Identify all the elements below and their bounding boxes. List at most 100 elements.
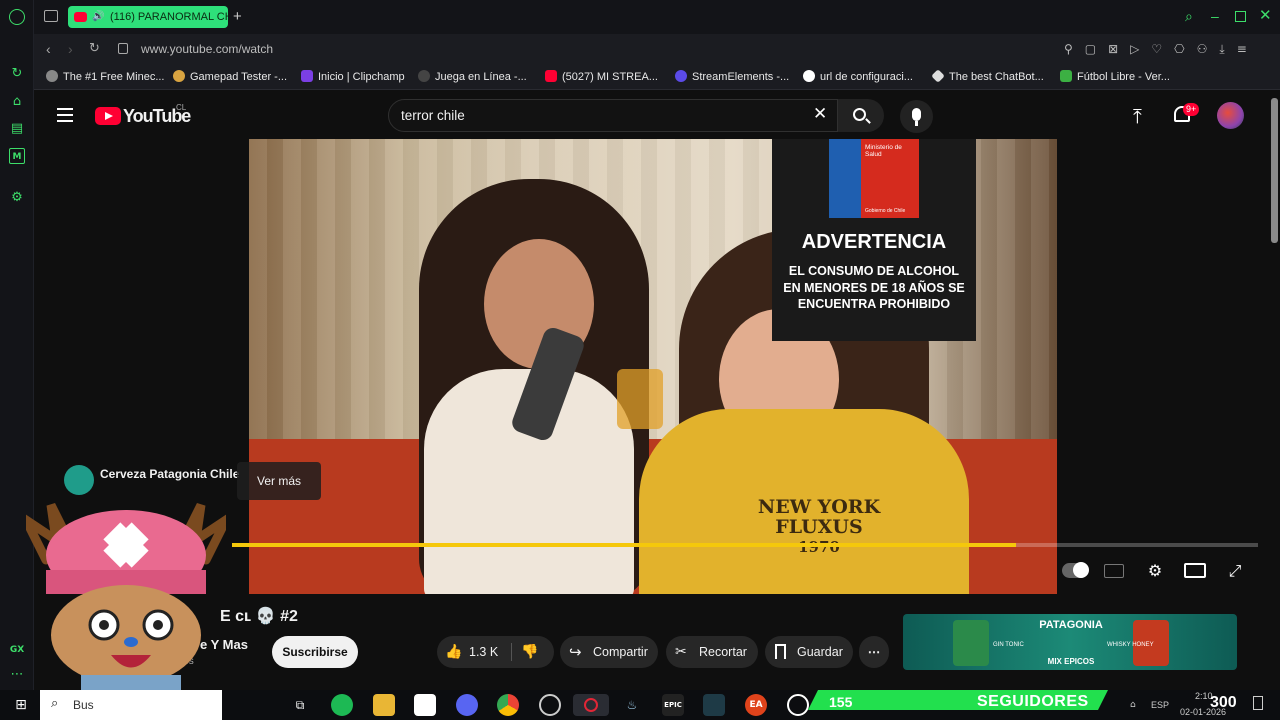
bookmark-item[interactable]: Gamepad Tester -... bbox=[173, 70, 287, 83]
epic-games-icon[interactable]: EPIC bbox=[662, 694, 684, 716]
bookmark-item[interactable]: Fútbol Libre - Ver... bbox=[1060, 70, 1170, 83]
bookmark-favicon-icon bbox=[173, 70, 185, 82]
store-icon[interactable] bbox=[414, 694, 436, 716]
url-field[interactable]: www.youtube.com/watch bbox=[141, 42, 273, 56]
reload-button[interactable]: ↻ bbox=[89, 41, 100, 56]
drink-glass bbox=[617, 369, 663, 429]
close-window-button[interactable]: ✕ bbox=[1259, 6, 1272, 24]
chopper-overlay bbox=[14, 500, 238, 695]
speaker-icon[interactable]: 🔊 bbox=[92, 6, 104, 28]
back-button[interactable]: ‹ bbox=[46, 41, 51, 57]
more-icon[interactable]: ⋯ bbox=[9, 667, 25, 683]
bookmark-item[interactable]: StreamElements -... bbox=[675, 70, 789, 83]
bookmark-favicon-icon bbox=[545, 70, 557, 82]
gx-corner-icon[interactable]: GX bbox=[9, 642, 25, 658]
youtube-logo-icon[interactable] bbox=[95, 107, 121, 125]
sidebar-ad-banner[interactable]: PATAGONIA MIX EPICOS GIN TONIC WHISKY HO… bbox=[903, 614, 1237, 670]
upload-icon[interactable]: ⤒ bbox=[1133, 104, 1142, 128]
messenger-icon[interactable]: M bbox=[9, 148, 25, 164]
advertiser-avatar[interactable] bbox=[64, 465, 94, 495]
tab-active[interactable]: 🔊 (116) PARANORMAL CH bbox=[68, 6, 228, 28]
app-icon[interactable] bbox=[787, 694, 809, 716]
captions-icon[interactable] bbox=[1104, 564, 1124, 578]
twitch-icon[interactable]: ▤ bbox=[9, 121, 25, 137]
follower-goal: 300 bbox=[1210, 694, 1237, 711]
opera-logo-icon[interactable] bbox=[9, 9, 25, 25]
avatar[interactable] bbox=[1217, 102, 1244, 129]
voice-search-button[interactable] bbox=[900, 100, 933, 133]
language-indicator[interactable]: ESP bbox=[1151, 700, 1169, 710]
search-button[interactable] bbox=[838, 99, 884, 132]
spotify-icon[interactable] bbox=[331, 694, 353, 716]
like-dislike-group: 👍 1.3 K 👎 bbox=[437, 636, 554, 668]
settings-icon[interactable]: ⚙ bbox=[9, 190, 25, 206]
bookmark-item[interactable]: url de configuraci... bbox=[803, 70, 913, 83]
bookmark-favicon-icon bbox=[675, 70, 687, 82]
chrome-icon[interactable] bbox=[497, 694, 519, 716]
ad-cta-button[interactable]: Ver más bbox=[237, 462, 321, 500]
ministry-logo: Ministerio de Salud Gobierno de Chile bbox=[829, 139, 919, 218]
tab-manager-icon[interactable] bbox=[44, 10, 58, 22]
network-icon[interactable]: ⌂ bbox=[1130, 700, 1136, 710]
bookmark-favicon-icon bbox=[301, 70, 313, 82]
bookmark-item[interactable]: The best ChatBot... bbox=[931, 69, 1044, 83]
steam-icon[interactable]: ♨ bbox=[621, 694, 643, 716]
subscribe-button[interactable]: Suscribirse bbox=[272, 636, 358, 668]
settings-gear-icon[interactable]: ⚙ bbox=[1144, 561, 1166, 581]
ea-icon[interactable]: EA bbox=[745, 694, 767, 716]
yellow-shirt: NEW YORK FLUXUS 1970 bbox=[639, 409, 969, 594]
new-tab-button[interactable]: + bbox=[233, 8, 242, 25]
ad-progress-bar[interactable] bbox=[232, 543, 1016, 547]
advertiser-name[interactable]: Cerveza Patagonia Chile bbox=[100, 467, 239, 481]
bookmark-item[interactable]: The #1 Free Minec... bbox=[46, 70, 165, 83]
bookmark-item[interactable]: Juega en Línea -... bbox=[418, 70, 527, 83]
autoplay-toggle[interactable] bbox=[1062, 562, 1089, 578]
bookmark-favicon-icon bbox=[46, 70, 58, 82]
bookmark-item[interactable]: Inicio | Clipchamp bbox=[301, 70, 405, 83]
lock-icon bbox=[118, 43, 128, 54]
more-actions-button[interactable]: ⋯ bbox=[859, 636, 889, 668]
windows-start-icon[interactable]: ⊞ bbox=[10, 694, 32, 716]
restore-button[interactable] bbox=[1235, 11, 1246, 22]
like-icon[interactable]: 👍 bbox=[445, 636, 462, 668]
region-code: CL bbox=[176, 103, 187, 112]
clear-search-icon[interactable]: ✕ bbox=[813, 104, 827, 124]
minimize-button[interactable]: – bbox=[1211, 8, 1219, 24]
task-view-icon[interactable]: ⧉ bbox=[289, 694, 311, 716]
follower-count: 155 bbox=[829, 694, 853, 710]
share-button[interactable]: ↪ Compartir bbox=[560, 636, 658, 668]
gx-control-icon[interactable]: ⌂ bbox=[9, 94, 25, 110]
warning-text: EL CONSUMO DE ALCOHOL EN MENORES DE 18 A… bbox=[783, 264, 965, 311]
menu-icon[interactable] bbox=[57, 108, 73, 122]
scrollbar[interactable] bbox=[1271, 98, 1278, 243]
obs-icon[interactable] bbox=[539, 694, 561, 716]
bookmark-item[interactable]: (5027) MI STREA... bbox=[545, 70, 658, 83]
notification-center-icon[interactable] bbox=[1253, 696, 1263, 710]
clip-button[interactable]: ✂ Recortar bbox=[666, 636, 758, 668]
theater-mode-icon[interactable] bbox=[1184, 563, 1206, 578]
discord-icon[interactable] bbox=[456, 694, 478, 716]
health-warning: Ministerio de Salud Gobierno de Chile ADV… bbox=[772, 139, 976, 341]
search-query: terror chile bbox=[401, 108, 465, 123]
search-icon[interactable]: ⌕ bbox=[1185, 9, 1193, 25]
address-bar-actions[interactable]: ⚲▢⊠▷♡⎔⚇⤓≡ bbox=[1064, 42, 1264, 56]
bookmark-favicon-icon bbox=[931, 69, 945, 83]
refresh-icon[interactable]: ↻ bbox=[9, 66, 25, 82]
save-button[interactable]: Guardar bbox=[765, 636, 853, 668]
dislike-icon[interactable]: 👎 bbox=[521, 636, 538, 668]
bookmark-favicon-icon bbox=[418, 70, 430, 82]
search-input[interactable]: terror chile ✕ bbox=[388, 99, 838, 132]
taskbar-search[interactable]: ⌕ Bus bbox=[40, 690, 222, 720]
app-icon[interactable] bbox=[703, 694, 725, 716]
can-image bbox=[953, 620, 989, 666]
like-count[interactable]: 1.3 K bbox=[469, 636, 498, 668]
video-title: E ᴄʟ 💀 #2 bbox=[220, 608, 298, 625]
youtube-favicon-icon bbox=[74, 12, 87, 22]
share-icon: ↪ bbox=[569, 643, 582, 661]
warning-title: ADVERTENCIA bbox=[801, 231, 947, 253]
fullscreen-icon[interactable]: ⤢ bbox=[1224, 561, 1246, 581]
forward-button[interactable]: › bbox=[68, 41, 73, 57]
file-explorer-icon[interactable] bbox=[373, 694, 395, 716]
opera-gx-taskbar[interactable] bbox=[573, 694, 609, 716]
bookmark-favicon-icon bbox=[1060, 70, 1072, 82]
